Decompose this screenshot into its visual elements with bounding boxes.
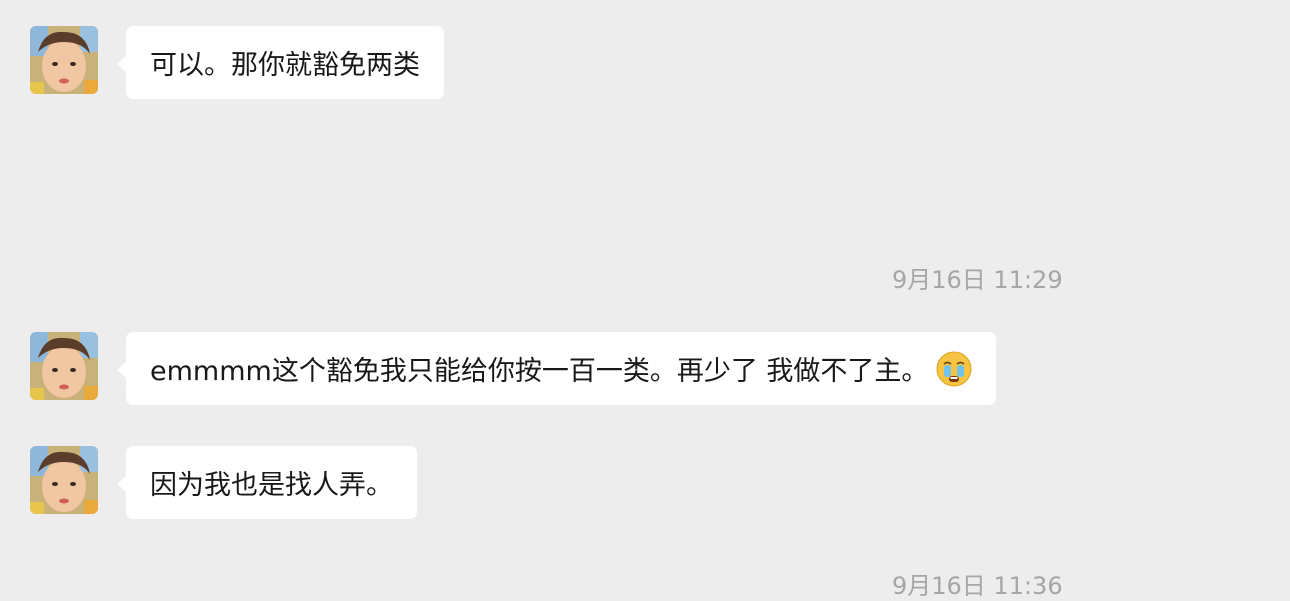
avatar[interactable]	[30, 446, 98, 514]
timestamp: 9月16日 11:29	[892, 266, 1063, 294]
message-row: 因为我也是找人弄。	[30, 446, 417, 519]
message-text: 可以。那你就豁免两类	[150, 50, 420, 81]
timestamp: 9月16日 11:36	[892, 572, 1063, 600]
message-text: emmmm这个豁免我只能给你按一百一类。再少了 我做不了主。	[150, 356, 929, 387]
message-bubble[interactable]: emmmm这个豁免我只能给你按一百一类。再少了 我做不了主。	[116, 332, 997, 405]
avatar[interactable]	[30, 332, 98, 400]
avatar[interactable]	[30, 26, 98, 94]
chat-area: 可以。那你就豁免两类 9月16日 11:29 emmmm这个豁免我只能给你按一百…	[0, 0, 1290, 600]
message-text: 因为我也是找人弄。	[150, 470, 393, 501]
message-bubble[interactable]: 可以。那你就豁免两类	[117, 26, 444, 99]
message-bubble[interactable]: 因为我也是找人弄。	[117, 446, 417, 519]
message-row: 可以。那你就豁免两类	[30, 26, 444, 99]
crying-face-emoji-icon	[936, 351, 972, 387]
message-row: emmmm这个豁免我只能给你按一百一类。再少了 我做不了主。	[30, 332, 997, 405]
